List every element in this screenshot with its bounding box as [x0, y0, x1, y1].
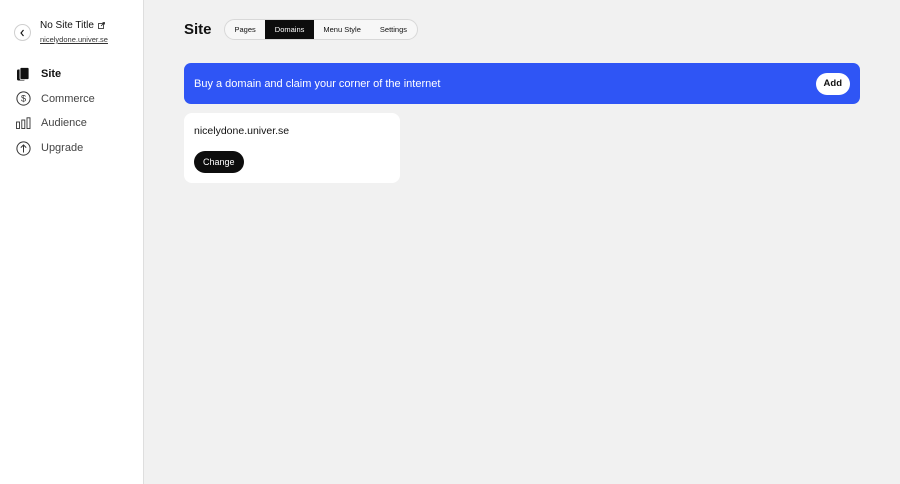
pages-icon — [15, 66, 31, 82]
domain-name: nicelydone.univer.se — [194, 125, 290, 137]
arrow-up-circle-icon — [15, 140, 31, 156]
page-title: Site — [184, 21, 212, 38]
back-button[interactable] — [14, 24, 31, 41]
sidebar: No Site Title nicelydone.univer.se Site — [0, 0, 144, 484]
sidebar-item-commerce[interactable]: $ Commerce — [0, 87, 143, 112]
tab-domains[interactable]: Domains — [265, 20, 314, 39]
sidebar-item-label: Commerce — [41, 92, 95, 105]
sidebar-item-site[interactable]: Site — [0, 62, 143, 87]
site-title-text: No Site Title — [40, 20, 94, 31]
dollar-icon: $ — [15, 91, 31, 107]
sidebar-item-label: Audience — [41, 117, 87, 130]
bars-icon — [15, 115, 31, 131]
banner-text: Buy a domain and claim your corner of th… — [194, 77, 441, 90]
site-url-link[interactable]: nicelydone.univer.se — [40, 35, 108, 44]
sidebar-item-label: Upgrade — [41, 142, 84, 155]
svg-text:$: $ — [20, 94, 25, 104]
sidebar-nav: Site $ Commerce Audience Upgrade — [0, 62, 143, 160]
add-domain-button[interactable]: Add — [815, 72, 850, 95]
tab-bar: Pages Domains Menu Style Settings — [224, 19, 418, 40]
tab-menu-style[interactable]: Menu Style — [314, 20, 371, 39]
sidebar-item-upgrade[interactable]: Upgrade — [0, 136, 143, 161]
site-title[interactable]: No Site Title — [40, 20, 105, 31]
chevron-left-icon — [20, 29, 24, 36]
buy-domain-banner: Buy a domain and claim your corner of th… — [184, 63, 860, 104]
tab-pages[interactable]: Pages — [225, 20, 265, 39]
change-domain-button[interactable]: Change — [194, 151, 244, 173]
external-edit-icon[interactable] — [98, 22, 105, 29]
domain-card: nicelydone.univer.se Change — [184, 113, 400, 183]
sidebar-item-label: Site — [41, 68, 62, 81]
tab-settings[interactable]: Settings — [370, 20, 416, 39]
sidebar-item-audience[interactable]: Audience — [0, 111, 143, 136]
